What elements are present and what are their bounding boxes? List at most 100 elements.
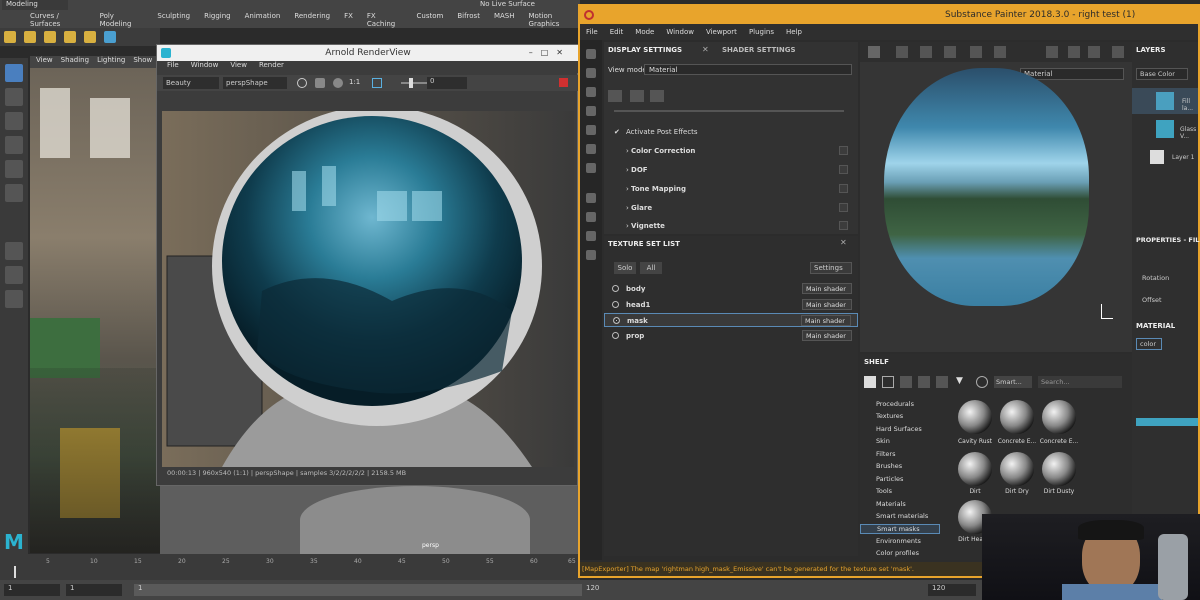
- menu-help[interactable]: Help: [786, 24, 802, 40]
- shader-select[interactable]: Main shader: [802, 330, 852, 341]
- shelf-category[interactable]: Tools: [876, 487, 892, 495]
- effect-toggle[interactable]: [839, 165, 848, 174]
- photoshop-icon[interactable]: [586, 231, 596, 241]
- scale-tool-icon[interactable]: [5, 184, 23, 202]
- projection-icon[interactable]: [586, 87, 596, 97]
- stop-render-icon[interactable]: [559, 78, 568, 87]
- effect-toggle[interactable]: [839, 221, 848, 230]
- effect-toggle[interactable]: [839, 203, 848, 212]
- smart-mask-thumbnail[interactable]: [1042, 452, 1076, 486]
- render-icon[interactable]: [104, 31, 116, 43]
- export-icon[interactable]: [586, 250, 596, 260]
- rotate-tool-icon[interactable]: [5, 160, 23, 178]
- shelf-category[interactable]: Environments: [876, 537, 921, 545]
- menu-file[interactable]: File: [586, 24, 598, 40]
- tab-shader-settings[interactable]: SHADER SETTINGS: [722, 42, 796, 58]
- tab-rendering[interactable]: Rendering: [294, 12, 330, 26]
- video-camera-icon[interactable]: [1088, 46, 1100, 58]
- smart-mask-thumbnail[interactable]: [958, 452, 992, 486]
- channel-select[interactable]: Base Color: [1136, 68, 1188, 80]
- texture-set-row-prop[interactable]: prop Main shader: [604, 329, 858, 343]
- radio-icon[interactable]: [612, 285, 619, 292]
- maya-viewport[interactable]: [30, 68, 160, 553]
- screenshot-icon[interactable]: [1112, 46, 1124, 58]
- ipr-icon[interactable]: [333, 78, 343, 88]
- move-tool-icon[interactable]: [5, 136, 23, 154]
- region-icon[interactable]: [372, 78, 382, 88]
- layer-row[interactable]: Fill la...: [1132, 88, 1198, 114]
- layer-row[interactable]: Layer 1: [1132, 146, 1198, 172]
- radio-icon[interactable]: [612, 332, 619, 339]
- solo-button[interactable]: Solo: [614, 262, 636, 274]
- spot-light-icon[interactable]: [24, 31, 36, 43]
- shelf-category-selected[interactable]: Smart masks: [860, 524, 940, 534]
- selection-icon[interactable]: [1046, 46, 1058, 58]
- viewer-icon[interactable]: [650, 90, 664, 102]
- layout-four-icon[interactable]: [5, 266, 23, 284]
- menu-mode[interactable]: Mode: [635, 24, 654, 40]
- tab-animation[interactable]: Animation: [245, 12, 281, 26]
- tab-curves-surfaces[interactable]: Curves / Surfaces: [30, 12, 86, 28]
- shelf-category[interactable]: Hard Surfaces: [876, 425, 922, 433]
- vp-menu-view[interactable]: View: [36, 56, 53, 68]
- sun-light-icon[interactable]: [4, 31, 16, 43]
- camera-icon[interactable]: [630, 90, 644, 102]
- clone-icon[interactable]: [586, 144, 596, 154]
- shelf-category[interactable]: Brushes: [876, 462, 902, 470]
- layer-row[interactable]: Glass V...: [1132, 116, 1198, 142]
- material-picker-icon[interactable]: [586, 163, 596, 173]
- menu-edit[interactable]: Edit: [610, 24, 624, 40]
- maya-mode-select[interactable]: Modeling: [2, 0, 68, 10]
- tab-bifrost[interactable]: Bifrost: [457, 12, 480, 26]
- camera-select[interactable]: perspShape: [223, 77, 287, 89]
- radio-selected-icon[interactable]: [613, 317, 620, 324]
- shelf-category[interactable]: Procedurals: [876, 400, 914, 408]
- shelf-category[interactable]: Materials: [876, 500, 906, 508]
- shelf-search-input[interactable]: Search...: [1038, 376, 1122, 388]
- database-icon[interactable]: [900, 376, 912, 388]
- tab-fx[interactable]: FX: [344, 12, 353, 26]
- checkbox-check-icon[interactable]: ✔: [614, 128, 620, 136]
- playback-start-field[interactable]: 1: [66, 584, 122, 596]
- effect-dof[interactable]: › DOF: [626, 166, 648, 174]
- range-slider[interactable]: 1: [134, 584, 594, 596]
- mesh-light-icon[interactable]: [64, 31, 76, 43]
- tab-custom[interactable]: Custom: [417, 12, 444, 26]
- menu-window[interactable]: Window: [666, 24, 694, 40]
- end-time-field[interactable]: 120: [928, 584, 976, 596]
- layout-single-icon[interactable]: [5, 242, 23, 260]
- area-light-icon[interactable]: [44, 31, 56, 43]
- texture-set-row-body[interactable]: body Main shader: [604, 282, 858, 296]
- radio-icon[interactable]: [612, 301, 619, 308]
- skydome-icon[interactable]: [84, 31, 96, 43]
- shader-select[interactable]: Main shader: [802, 283, 852, 294]
- menu-viewport[interactable]: Viewport: [706, 24, 737, 40]
- aov-select[interactable]: Beauty: [163, 77, 219, 89]
- all-button[interactable]: All: [640, 262, 662, 274]
- tab-sculpting[interactable]: Sculpting: [157, 12, 190, 26]
- sp-3d-viewport[interactable]: Material: [860, 42, 1132, 352]
- anchor-icon[interactable]: [944, 46, 956, 58]
- cube-icon[interactable]: [1068, 46, 1080, 58]
- effect-glare[interactable]: › Glare: [626, 204, 652, 212]
- menu-plugins[interactable]: Plugins: [749, 24, 774, 40]
- effect-toggle[interactable]: [839, 184, 848, 193]
- menu-file[interactable]: File: [167, 61, 179, 73]
- eraser-icon[interactable]: [586, 68, 596, 78]
- import-icon[interactable]: [936, 376, 948, 388]
- smudge-icon[interactable]: [586, 125, 596, 135]
- start-time-field[interactable]: 1: [4, 584, 60, 596]
- layout-side-icon[interactable]: [5, 290, 23, 308]
- effect-toggle[interactable]: [839, 146, 848, 155]
- vp-menu-show[interactable]: Show: [133, 56, 152, 68]
- clear-filter-icon[interactable]: [976, 376, 988, 388]
- time-slider[interactable]: 5 10 15 20 25 30 35 40 45 50 55 60 65: [0, 554, 580, 580]
- new-item-icon[interactable]: [882, 376, 894, 388]
- history-icon[interactable]: [586, 212, 596, 222]
- paint-brush-icon[interactable]: [586, 49, 596, 59]
- settings-icon[interactable]: [586, 193, 596, 203]
- shader-select[interactable]: Main shader: [802, 299, 852, 310]
- snapshot-icon[interactable]: [315, 78, 325, 88]
- texture-set-row-head1[interactable]: head1 Main shader: [604, 298, 858, 312]
- effect-tone-mapping[interactable]: › Tone Mapping: [626, 185, 686, 193]
